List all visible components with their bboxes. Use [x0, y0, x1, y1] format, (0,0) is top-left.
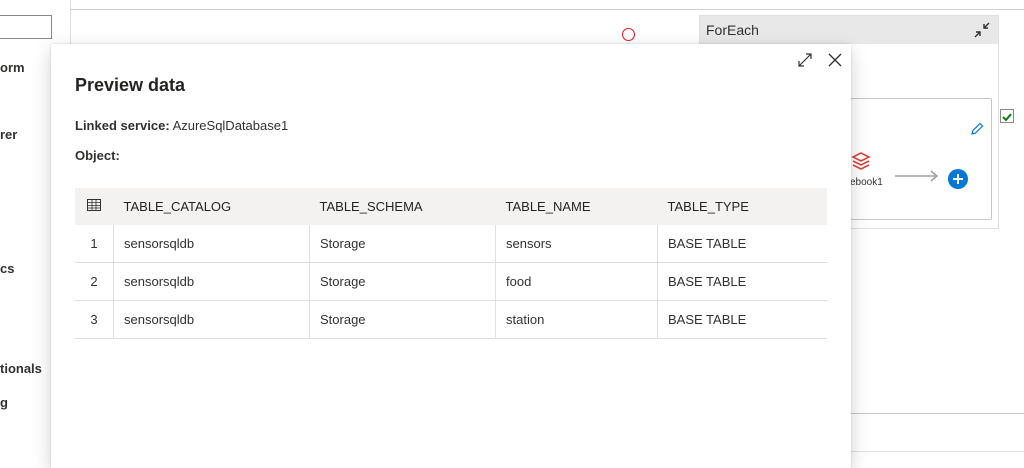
dialog-toolbar	[795, 50, 845, 70]
preview-table: TABLE_CATALOG TABLE_SCHEMA TABLE_NAME TA…	[75, 188, 827, 339]
row-index: 3	[75, 300, 114, 339]
row-index: 1	[75, 225, 114, 263]
table-row: 1 sensorsqldb Storage sensors BASE TABLE	[75, 225, 827, 263]
table-cell: sensorsqldb	[113, 300, 310, 339]
table-cell: sensorsqldb	[113, 225, 310, 263]
table-cell: Storage	[309, 300, 496, 339]
table-row: 3 sensorsqldb Storage station BASE TABLE	[75, 300, 827, 339]
foreach-title: ForEach	[706, 22, 759, 38]
linked-service-value: AzureSqlDatabase1	[172, 118, 289, 133]
dialog-title: Preview data	[75, 75, 186, 95]
inner-activity-canvas	[850, 98, 992, 220]
column-header[interactable]: TABLE_CATALOG	[113, 188, 310, 225]
table-cell: BASE TABLE	[657, 225, 827, 263]
table-icon	[87, 199, 102, 211]
table-row: 2 sensorsqldb Storage food BASE TABLE	[75, 262, 827, 301]
table-cell: sensors	[495, 225, 658, 263]
toolbar-divider	[70, 9, 1024, 10]
divider	[851, 413, 1024, 414]
divider	[851, 451, 1024, 452]
linked-service-row: Linked service: AzureSqlDatabase1	[75, 118, 288, 133]
table-cell: Storage	[309, 225, 496, 263]
add-icon[interactable]	[947, 168, 969, 195]
status-dot	[622, 28, 635, 41]
collapse-icon[interactable]	[972, 20, 992, 40]
object-row: Object:	[75, 148, 120, 163]
column-header[interactable]: TABLE_SCHEMA	[309, 188, 496, 225]
activity-label: ebook1	[850, 177, 883, 188]
object-label: Object:	[75, 148, 120, 163]
table-cell: Storage	[309, 262, 496, 301]
edit-icon[interactable]	[969, 121, 985, 142]
expand-icon[interactable]	[795, 50, 815, 70]
activity-checkbox[interactable]	[1000, 109, 1014, 123]
foreach-header: ForEach	[700, 16, 998, 44]
column-header[interactable]: TABLE_TYPE	[657, 188, 827, 225]
notebook-icon	[851, 151, 871, 178]
table-cell: station	[495, 300, 658, 339]
sidebar-item-2[interactable]: rer	[0, 127, 17, 142]
checkmark-icon	[1002, 113, 1012, 122]
sidebar-item-3[interactable]: cs	[0, 261, 14, 276]
table-cell: BASE TABLE	[657, 262, 827, 301]
table-cell: food	[495, 262, 658, 301]
row-index-header	[75, 188, 114, 225]
sidebar-search-input[interactable]	[0, 15, 52, 39]
sidebar-item-4[interactable]: tionals	[0, 361, 42, 376]
connector-arrow-icon	[895, 169, 941, 188]
table-header-row: TABLE_CATALOG TABLE_SCHEMA TABLE_NAME TA…	[75, 188, 827, 225]
column-header[interactable]: TABLE_NAME	[495, 188, 658, 225]
table-cell: sensorsqldb	[113, 262, 310, 301]
sidebar-item-1[interactable]: orm	[0, 60, 25, 75]
linked-service-label: Linked service:	[75, 118, 170, 133]
table-cell: BASE TABLE	[657, 300, 827, 339]
row-index: 2	[75, 262, 114, 301]
sidebar-item-5[interactable]: g	[0, 395, 8, 410]
preview-data-dialog: Preview data Linked service: AzureSqlDat…	[51, 44, 851, 468]
close-icon[interactable]	[825, 50, 845, 70]
